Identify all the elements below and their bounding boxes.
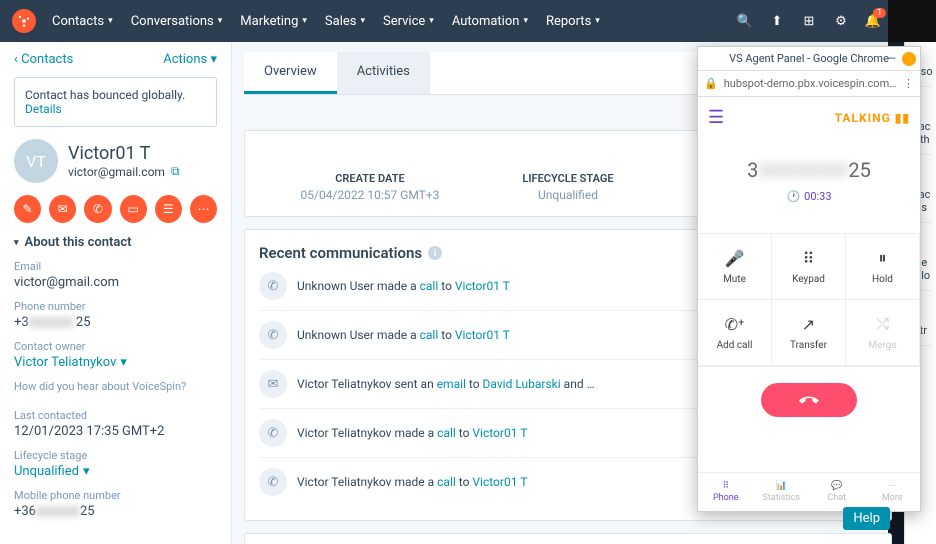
hubspot-logo[interactable] bbox=[12, 9, 36, 33]
marketplace-icon[interactable]: ⊞ bbox=[800, 12, 818, 30]
copy-icon[interactable]: ⧉ bbox=[171, 164, 180, 179]
agent-bottom-nav: ⠿Phone 📊Statistics 💬Chat ⋯More bbox=[698, 472, 920, 511]
last-contacted-label: Last contacted bbox=[14, 409, 217, 422]
bottom-statistics[interactable]: 📊Statistics bbox=[754, 473, 810, 511]
chrome-addressbar[interactable]: 🔒 hubspot-demo.pbx.voicespin.com/panel/c… bbox=[698, 71, 920, 97]
phone-value: +3 25 bbox=[14, 315, 217, 330]
call-timer: 🕐00:33 bbox=[698, 190, 920, 203]
recent-comms-title: Recent communications bbox=[259, 244, 422, 262]
hold-button[interactable]: ⏸Hold bbox=[846, 234, 920, 300]
chrome-url: hubspot-demo.pbx.voicespin.com/panel/co.… bbox=[724, 77, 897, 90]
phone-icon: ✆ bbox=[259, 468, 287, 496]
nav-service[interactable]: Service▾ bbox=[383, 14, 434, 29]
lifecycle-stage-value: Unqualified bbox=[522, 188, 613, 202]
mail-icon: ✉ bbox=[259, 370, 287, 398]
nav-reports[interactable]: Reports▾ bbox=[546, 14, 600, 29]
companies-card: + Add⚙ Companies No associated objects o… bbox=[244, 533, 892, 544]
bounce-details-link[interactable]: Details bbox=[25, 102, 62, 116]
chrome-titlebar[interactable]: VS Agent Panel - Google Chrome — bbox=[698, 47, 920, 71]
chrome-menu-icon[interactable]: ⋮ bbox=[903, 77, 914, 90]
bottom-phone[interactable]: ⠿Phone bbox=[698, 473, 754, 511]
info-icon[interactable]: i bbox=[428, 246, 442, 260]
clock-icon: 🕐 bbox=[786, 190, 800, 203]
email-label: Email bbox=[14, 260, 217, 273]
tab-activities[interactable]: Activities bbox=[337, 52, 430, 94]
search-icon[interactable]: 🔍 bbox=[736, 12, 754, 30]
call-button[interactable]: ✆ bbox=[84, 195, 111, 223]
lock-icon: 🔒 bbox=[704, 77, 718, 90]
mobile-label: Mobile phone number bbox=[14, 489, 217, 502]
lifecycle-stage-label: LIFECYCLE STAGE bbox=[522, 172, 613, 185]
lifecycle-select[interactable]: Unqualified ▾ bbox=[14, 464, 90, 479]
upgrade-icon[interactable]: ⬆ bbox=[768, 12, 786, 30]
left-panel: ‹ Contacts Actions ▾ Contact has bounced… bbox=[0, 42, 232, 544]
dialed-number: 30000000025 bbox=[698, 158, 920, 182]
create-date-label: CREATE DATE bbox=[301, 172, 440, 185]
owner-select[interactable]: Victor Teliatnykov ▾ bbox=[14, 355, 127, 370]
agent-menu-icon[interactable]: ☰ bbox=[708, 107, 724, 128]
top-nav-list: Contacts▾ Conversations▾ Marketing▾ Sale… bbox=[52, 14, 600, 29]
create-date-value: 05/04/2022 10:57 GMT+3 bbox=[301, 188, 440, 202]
phone-icon: ✆ bbox=[259, 321, 287, 349]
notification-badge: 1 bbox=[873, 8, 886, 18]
phone-icon: ✆ bbox=[259, 419, 287, 447]
add-call-button[interactable]: ✆⁺Add call bbox=[698, 300, 772, 366]
owner-label: Contact owner bbox=[14, 340, 217, 353]
lifecycle-label: Lifecycle stage bbox=[14, 449, 217, 462]
email-value: victor@gmail.com bbox=[14, 275, 217, 290]
merge-button: ⤭Merge bbox=[846, 300, 920, 366]
last-contacted-value: 12/01/2023 17:35 GMT+2 bbox=[14, 424, 217, 439]
phone-icon: ✆ bbox=[259, 272, 287, 300]
bottom-chat[interactable]: 💬Chat bbox=[809, 473, 865, 511]
nav-automation[interactable]: Automation▾ bbox=[452, 14, 528, 29]
nav-conversations[interactable]: Conversations▾ bbox=[131, 14, 223, 29]
nav-sales[interactable]: Sales▾ bbox=[325, 14, 365, 29]
contact-name: Victor01 T bbox=[68, 143, 180, 164]
bottom-more[interactable]: ⋯More bbox=[865, 473, 921, 511]
note-button[interactable]: ✎ bbox=[14, 195, 41, 223]
tab-overview[interactable]: Overview bbox=[244, 52, 337, 94]
mobile-value: +3625 bbox=[14, 504, 217, 519]
nav-marketing[interactable]: Marketing▾ bbox=[240, 14, 307, 29]
email-button[interactable]: ✉ bbox=[49, 195, 76, 223]
transfer-button[interactable]: ↗Transfer bbox=[772, 300, 846, 366]
top-navbar: Contacts▾ Conversations▾ Marketing▾ Sale… bbox=[0, 0, 936, 42]
hear-label: How did you hear about VoiceSpin? bbox=[14, 380, 217, 393]
contact-avatar: VT bbox=[14, 139, 58, 183]
back-contacts-link[interactable]: ‹ Contacts bbox=[14, 52, 73, 67]
task-button[interactable]: ☰ bbox=[155, 195, 182, 223]
call-controls: 🎤Mute ⠿Keypad ⏸Hold ✆⁺Add call ↗Transfer… bbox=[698, 233, 920, 367]
hangup-button[interactable] bbox=[761, 383, 857, 417]
contact-email: victor@gmail.com bbox=[68, 165, 165, 179]
actions-dropdown[interactable]: Actions ▾ bbox=[163, 52, 217, 67]
nav-contacts[interactable]: Contacts▾ bbox=[52, 14, 113, 29]
chrome-title-text: VS Agent Panel - Google Chrome bbox=[729, 52, 889, 65]
bounce-warning: Contact has bounced globally. Details bbox=[14, 77, 217, 127]
more-button[interactable]: ⋯ bbox=[190, 195, 217, 223]
agent-panel-window: VS Agent Panel - Google Chrome — 🔒 hubsp… bbox=[697, 46, 921, 512]
notifications-icon[interactable]: 🔔1 bbox=[864, 12, 882, 30]
minimize-icon[interactable]: — bbox=[887, 52, 896, 66]
mute-button[interactable]: 🎤Mute bbox=[698, 234, 772, 300]
help-button[interactable]: Help bbox=[843, 507, 890, 530]
about-toggle[interactable]: ▾About this contact bbox=[14, 235, 217, 250]
log-button[interactable]: ▭ bbox=[120, 195, 147, 223]
phone-label: Phone number bbox=[14, 300, 217, 313]
keypad-button[interactable]: ⠿Keypad bbox=[772, 234, 846, 300]
call-status: TALKING ▮▮ bbox=[835, 111, 910, 125]
close-icon[interactable] bbox=[902, 52, 916, 66]
settings-icon[interactable]: ⚙ bbox=[832, 12, 850, 30]
